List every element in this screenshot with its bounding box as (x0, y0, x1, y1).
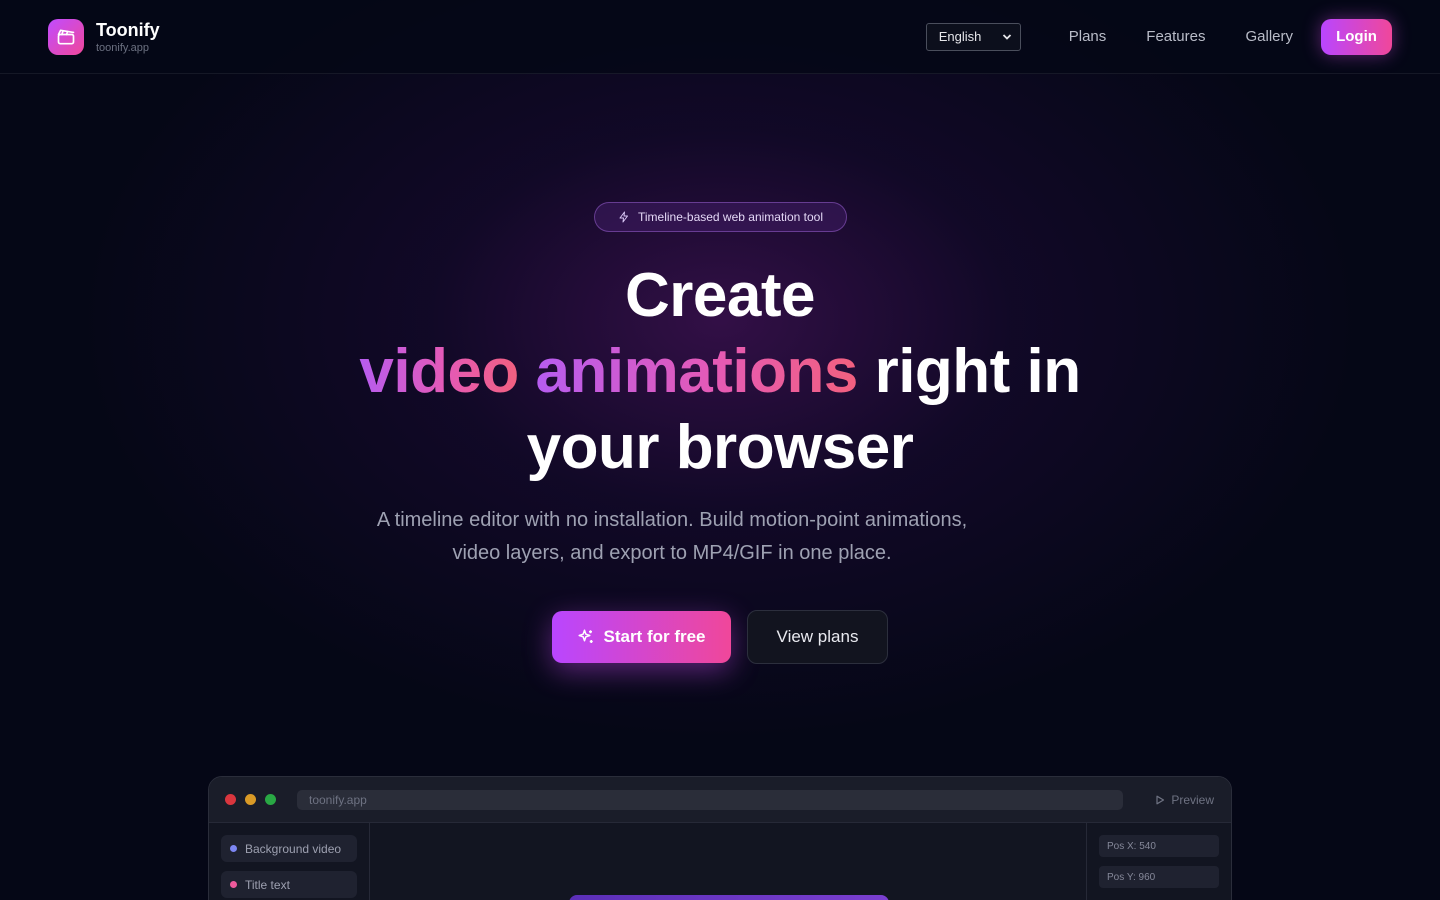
properties-panel: Pos X: 540 Pos Y: 960 (1086, 823, 1231, 900)
hero-subtitle-line-2: video layers, and export to MP4/GIF in o… (452, 542, 892, 564)
chevron-down-icon (1002, 33, 1011, 40)
headline-gradient-word-2: animations (535, 337, 859, 406)
sparkles-icon (578, 629, 594, 643)
property-field-pos-x[interactable]: Pos X: 540 (1099, 835, 1219, 857)
layer-label: Background video (245, 841, 342, 856)
start-for-free-label: Start for free (603, 627, 706, 646)
layers-panel: Background video Title text (209, 823, 370, 900)
preview-label: Preview (1171, 793, 1214, 807)
play-icon (1156, 795, 1165, 805)
preview-button[interactable]: Preview (1155, 777, 1214, 823)
minimize-dot-icon (245, 794, 256, 805)
headline-gradient-word-1: video (359, 337, 519, 406)
layer-item[interactable]: Title text (221, 871, 357, 898)
start-for-free-button[interactable]: Start for free (552, 611, 731, 663)
layer-label: Title text (245, 877, 290, 892)
hero-badge: Timeline-based web animation tool (594, 202, 847, 232)
main-nav: English Plans Features Gallery Login (925, 18, 1392, 55)
hero-headline: Create video animations right in your br… (0, 258, 1440, 486)
lightning-icon (619, 211, 628, 223)
nav-link-gallery[interactable]: Gallery (1245, 28, 1293, 45)
brand-name: Toonify (96, 19, 160, 40)
hero-subtitle: A timeline editor with no installation. … (340, 504, 1004, 570)
clapperboard-icon (48, 18, 84, 55)
layer-color-dot (230, 881, 237, 888)
headline-line-3: your browser (526, 413, 914, 482)
property-field-pos-y[interactable]: Pos Y: 960 (1099, 866, 1219, 888)
language-select[interactable]: English (925, 22, 1021, 51)
close-dot-icon (225, 794, 236, 805)
headline-line-2-rest: right in (874, 337, 1082, 406)
login-button[interactable]: Login (1321, 18, 1392, 55)
canvas-clip (569, 895, 889, 900)
editor-preview-window: toonify.app Preview Background video Tit… (208, 776, 1232, 900)
nav-link-features[interactable]: Features (1146, 28, 1205, 45)
nav-link-plans[interactable]: Plans (1069, 28, 1107, 45)
brand[interactable]: Toonify toonify.app (48, 18, 160, 55)
editor-titlebar: toonify.app Preview (209, 777, 1231, 823)
cta-row: Start for free View plans (552, 610, 888, 664)
headline-line-1: Create (625, 261, 816, 330)
hero-badge-text: Timeline-based web animation tool (638, 210, 823, 224)
brand-domain: toonify.app (96, 41, 150, 54)
maximize-dot-icon (265, 794, 276, 805)
hero-subtitle-line-1: A timeline editor with no installation. … (376, 509, 968, 531)
view-plans-button[interactable]: View plans (747, 610, 888, 664)
top-navigation: Toonify toonify.app English Plans Featur… (0, 0, 1440, 74)
editor-url-bar: toonify.app (297, 789, 1123, 810)
language-select-value: English (938, 29, 982, 44)
layer-item[interactable]: Background video (221, 835, 357, 862)
layer-color-dot (230, 845, 237, 852)
